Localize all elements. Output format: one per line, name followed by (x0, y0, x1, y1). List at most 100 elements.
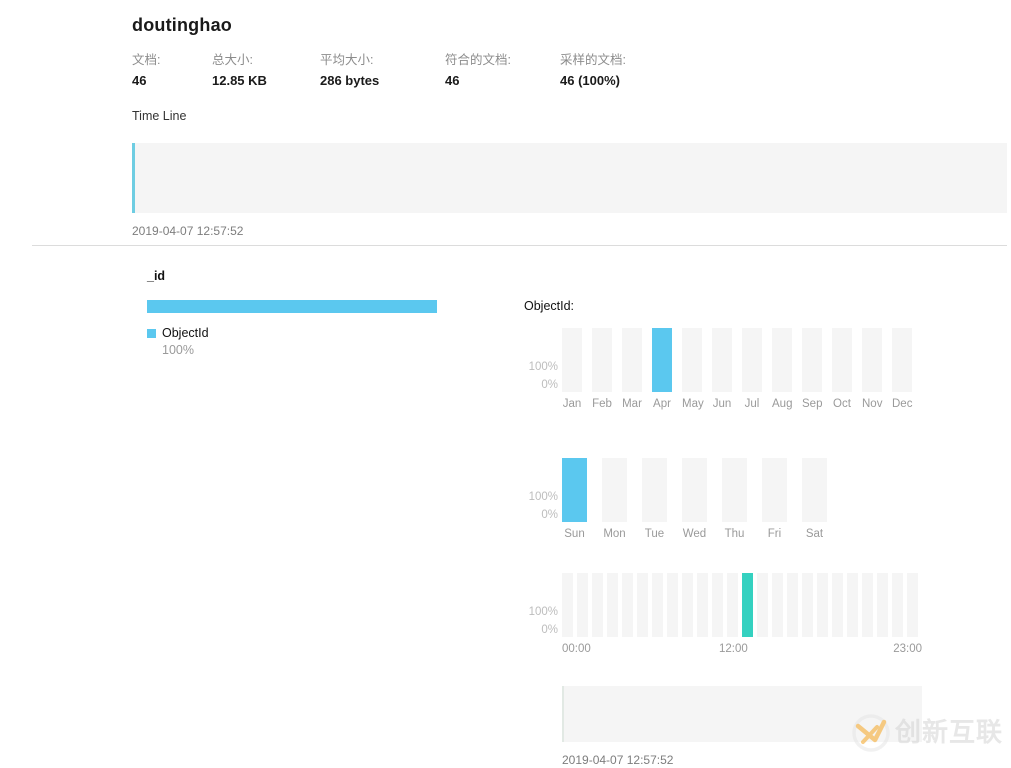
x-axis-tick: Tue (644, 528, 665, 540)
bar-slot[interactable] (592, 328, 612, 392)
bar-slot[interactable] (712, 328, 732, 392)
legend-type-name: ObjectId (162, 326, 209, 340)
collection-header: doutinghao 文档: 46 总大小: 12.85 KB 平均大小: 28… (132, 14, 992, 90)
bar-slot[interactable] (877, 573, 888, 637)
x-axis-tick: Aug (772, 398, 793, 410)
x-axis-tick: Thu (724, 528, 745, 540)
bar-slot[interactable] (847, 573, 858, 637)
stat-average-size-label: 平均大小: (320, 53, 374, 67)
bar-fill (562, 458, 587, 522)
bar-slot[interactable] (772, 328, 792, 392)
bar-slot[interactable] (592, 573, 603, 637)
bar-slot[interactable] (892, 328, 912, 392)
bar-slot[interactable] (772, 573, 783, 637)
bar-slot[interactable] (762, 458, 787, 522)
bar-slot[interactable] (562, 458, 587, 522)
bar-slot[interactable] (652, 328, 672, 392)
stat-matching-documents: 符合的文档: 46 (445, 52, 560, 90)
stat-average-size-value: 286 bytes (320, 73, 380, 88)
bar-track (622, 573, 633, 637)
bar-slot[interactable] (682, 573, 693, 637)
bar-slot[interactable] (562, 328, 582, 392)
bar-track (727, 573, 738, 637)
stat-documents-label: 文档: (132, 53, 161, 67)
bar-track (832, 573, 843, 637)
bar-slot[interactable] (602, 458, 627, 522)
bar-slot[interactable] (832, 573, 843, 637)
field-name: _id (147, 269, 166, 283)
hour-chart-bars (562, 573, 918, 637)
bar-slot[interactable] (712, 573, 723, 637)
bar-slot[interactable] (742, 328, 762, 392)
hour-tick-middle: 12:00 (719, 643, 748, 655)
bar-slot[interactable] (667, 573, 678, 637)
bar-track (847, 573, 858, 637)
bar-slot[interactable] (817, 573, 828, 637)
bar-slot[interactable] (697, 573, 708, 637)
stat-average-size: 平均大小: 286 bytes (320, 52, 445, 90)
month-chart-bars (562, 328, 912, 392)
weekday-chart-y-axis: 100% 0% (524, 458, 562, 522)
hour-chart-x-axis: 00:00 12:00 23:00 (562, 642, 922, 658)
bar-slot[interactable] (562, 573, 573, 637)
bar-track (862, 328, 882, 392)
weekday-distribution-chart: 100% 0% Sun Mon Tue Wed Thu Fri Sat (524, 458, 944, 542)
charts-title: ObjectId: (524, 299, 575, 313)
field-type-bar-fill (147, 300, 437, 313)
brand-logo-icon (852, 714, 890, 752)
bar-slot[interactable] (577, 573, 588, 637)
stat-total-size-label: 总大小: (212, 53, 253, 67)
bar-fill (742, 573, 753, 637)
bar-slot[interactable] (607, 573, 618, 637)
x-axis-tick: Mon (603, 528, 626, 540)
timeline-bar[interactable] (132, 143, 135, 213)
bar-track (802, 328, 822, 392)
bar-track (592, 573, 603, 637)
hour-tick-end: 23:00 (893, 643, 922, 655)
bar-slot[interactable] (907, 573, 918, 637)
stat-matching-documents-value: 46 (445, 73, 460, 88)
bar-slot[interactable] (787, 573, 798, 637)
bar-slot[interactable] (637, 573, 648, 637)
bar-track (682, 328, 702, 392)
bar-slot[interactable] (832, 328, 852, 392)
month-chart-x-axis: Jan Feb Mar Apr May Jun Jul Aug Sep Oct Nov Dec (524, 397, 944, 412)
field-type-legend[interactable]: ObjectId 100% (147, 325, 487, 358)
bar-track (577, 573, 588, 637)
hour-chart-y-axis: 100% 0% (524, 573, 562, 637)
bar-track (652, 328, 672, 392)
bar-slot[interactable] (622, 573, 633, 637)
bar-track (667, 573, 678, 637)
bar-fill (652, 328, 672, 392)
bar-track (862, 573, 873, 637)
bar-track (637, 573, 648, 637)
bar-slot[interactable] (682, 458, 707, 522)
bar-track (642, 458, 667, 522)
bar-slot[interactable] (727, 573, 738, 637)
bar-slot[interactable] (802, 458, 827, 522)
bar-slot[interactable] (622, 328, 642, 392)
bar-slot[interactable] (892, 573, 903, 637)
bar-slot[interactable] (642, 458, 667, 522)
bar-slot[interactable] (802, 328, 822, 392)
hour-tick-start: 00:00 (562, 643, 591, 655)
bar-slot[interactable] (862, 573, 873, 637)
stat-documents: 文档: 46 (132, 52, 212, 90)
bar-slot[interactable] (722, 458, 747, 522)
x-axis-tick: Sep (802, 398, 823, 410)
bar-slot[interactable] (802, 573, 813, 637)
bar-slot[interactable] (742, 573, 753, 637)
field-type-bar[interactable] (147, 300, 437, 313)
bar-track (772, 573, 783, 637)
bar-track (722, 458, 747, 522)
page-title: doutinghao (132, 15, 232, 35)
bar-slot[interactable] (682, 328, 702, 392)
bar-slot[interactable] (757, 573, 768, 637)
bar-slot[interactable] (862, 328, 882, 392)
month-chart-plot: 100% 0% (524, 328, 944, 392)
bar-slot[interactable] (652, 573, 663, 637)
timeline-chart[interactable] (132, 143, 1007, 213)
watermark: 创新互联 (851, 713, 1003, 753)
stat-matching-documents-label: 符合的文档: (445, 53, 511, 67)
legend-type-percent: 100% (162, 343, 194, 357)
